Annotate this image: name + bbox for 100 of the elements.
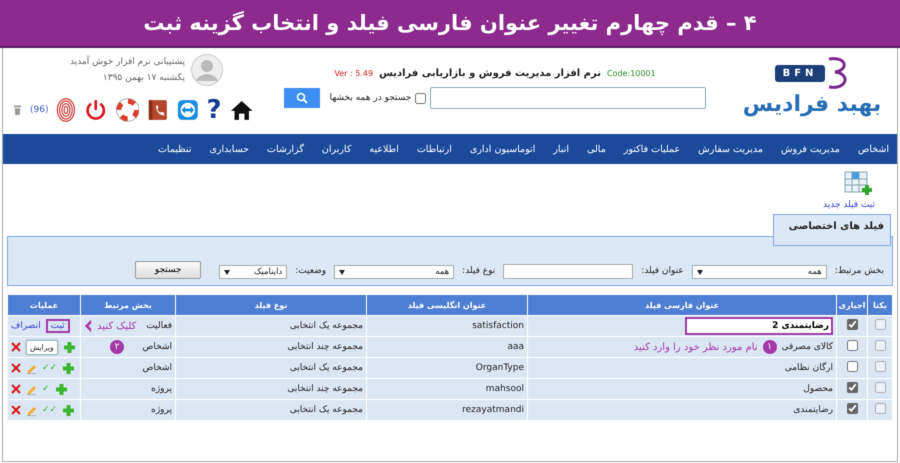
hint-text: کلیک کنید bbox=[97, 320, 136, 332]
required-checkbox[interactable] bbox=[846, 340, 858, 351]
add-icon[interactable] bbox=[62, 340, 76, 354]
delete-icon[interactable] bbox=[11, 405, 21, 415]
table-cell: محصول bbox=[803, 384, 833, 394]
unique-checkbox[interactable] bbox=[874, 361, 886, 372]
lifebuoy-icon[interactable] bbox=[116, 97, 140, 123]
required-checkbox[interactable] bbox=[846, 403, 858, 414]
required-checkbox[interactable] bbox=[846, 382, 858, 393]
add-icon[interactable] bbox=[62, 404, 76, 416]
step-badge: ۲ bbox=[110, 340, 124, 354]
unique-checkbox[interactable] bbox=[874, 403, 886, 414]
unique-checkbox[interactable] bbox=[874, 340, 886, 351]
table-cell: مجموعه چند انتخابی bbox=[287, 384, 363, 394]
version-label: Ver : 5.49 bbox=[334, 69, 374, 78]
nav-item[interactable]: عملیات فاکتور bbox=[624, 144, 680, 154]
table-cell: مجموعه یک انتخابی bbox=[290, 363, 363, 373]
trash-count[interactable]: (96) bbox=[30, 105, 48, 115]
table-cell: کالای مصرفی bbox=[782, 342, 833, 352]
search-icon bbox=[296, 92, 308, 104]
nav-item[interactable]: گزارشات bbox=[267, 144, 304, 154]
fingerprint-icon[interactable] bbox=[56, 96, 76, 124]
unique-checkbox[interactable] bbox=[874, 382, 886, 393]
nav-item[interactable]: مدیریت فروش bbox=[780, 144, 840, 154]
avatar-icon bbox=[191, 54, 223, 86]
search-field[interactable] bbox=[430, 87, 706, 109]
nav-item[interactable]: مدیریت سفارش bbox=[698, 144, 763, 154]
table-cell: اشخاص bbox=[142, 363, 172, 373]
table-cell: مجموعه چند انتخابی bbox=[287, 342, 363, 352]
step-badge: ۱ bbox=[762, 340, 777, 354]
table-cell: satisfaction bbox=[472, 321, 524, 331]
logo-badge: BFN bbox=[774, 64, 826, 82]
nav-item[interactable]: ارتباطات bbox=[416, 144, 452, 154]
phonebook-icon[interactable] bbox=[147, 98, 169, 122]
add-icon[interactable] bbox=[54, 382, 68, 396]
nav-item[interactable]: اشخاص bbox=[858, 144, 889, 154]
search-all-checkbox[interactable] bbox=[415, 92, 426, 104]
filter-dropdown[interactable]: همه bbox=[334, 265, 454, 279]
nav-item[interactable]: انبار bbox=[553, 144, 569, 154]
search-all-label: جستجو در همه بخشها bbox=[330, 93, 412, 103]
welcome-text: پشتیبانی نرم افزار خوش آمدید bbox=[70, 57, 185, 67]
dropdown-arrow-icon bbox=[224, 270, 230, 274]
nav-item[interactable]: حسابداری bbox=[210, 144, 250, 154]
nav-item[interactable]: تنظیمات bbox=[158, 144, 192, 154]
column-header: عملیات bbox=[8, 294, 80, 316]
delete-icon[interactable] bbox=[11, 384, 21, 394]
delete-icon[interactable] bbox=[11, 342, 21, 352]
home-icon[interactable] bbox=[230, 98, 253, 122]
required-checkbox[interactable] bbox=[846, 361, 858, 372]
filter-label: بخش مرتبط: bbox=[834, 266, 884, 278]
nav-item[interactable]: کاربران bbox=[322, 144, 352, 154]
dropdown-arrow-icon bbox=[696, 270, 703, 274]
remote-icon[interactable] bbox=[176, 98, 198, 122]
dropdown-arrow-icon bbox=[339, 270, 346, 274]
column-header: بخش مرتبط bbox=[80, 294, 176, 316]
table-cell: ارگان نظامی bbox=[784, 363, 833, 373]
table-cell: اشخاص bbox=[142, 342, 172, 352]
unique-checkbox[interactable] bbox=[874, 319, 886, 330]
filter-label: نوع فیلد: bbox=[462, 266, 496, 278]
table-cell: پروژه bbox=[151, 405, 172, 415]
add-icon[interactable] bbox=[62, 362, 76, 374]
filter-dropdown[interactable]: داینامیک bbox=[219, 265, 288, 279]
power-icon[interactable] bbox=[84, 97, 108, 123]
column-header: نوع فیلد bbox=[176, 294, 366, 316]
code-label: Code:10001 bbox=[606, 69, 656, 78]
table-cell: mahsool bbox=[486, 384, 524, 394]
delete-icon[interactable] bbox=[11, 363, 21, 373]
save-link[interactable]: ثبت bbox=[46, 319, 70, 333]
column-header: اجباری bbox=[836, 294, 868, 316]
table-cell: aaa bbox=[507, 342, 524, 352]
help-icon[interactable]: ? bbox=[206, 97, 222, 123]
search-button[interactable] bbox=[284, 88, 320, 108]
filter-dropdown[interactable]: همه bbox=[692, 265, 827, 279]
hint-text: نام مورد نظر خود را وارد کنید bbox=[634, 342, 758, 352]
title-input[interactable]: رضایتمندی 2 bbox=[685, 317, 833, 335]
table-cell: فعالیت bbox=[146, 321, 172, 331]
date-text: یکشنبه ۱۷ بهمن ۱۳۹۵ bbox=[102, 73, 185, 83]
logo-text: بهبد فرادیس bbox=[742, 92, 882, 117]
filter-input[interactable] bbox=[503, 264, 634, 279]
table-cell: مجموعه یک انتخابی bbox=[290, 321, 363, 331]
nav-item[interactable]: اطلاعیه bbox=[369, 144, 399, 154]
column-header: عنوان فارسی فیلد bbox=[528, 294, 836, 316]
swoosh-icon bbox=[827, 56, 850, 90]
arrow-icon bbox=[84, 319, 92, 333]
trash-icon[interactable] bbox=[12, 104, 22, 116]
nav-item[interactable]: اتوماسیون اداری bbox=[470, 144, 536, 154]
table-cell: مجموعه یک انتخابی bbox=[290, 405, 363, 415]
search-button[interactable]: جستجو bbox=[135, 261, 202, 279]
table-cell: رضایتمندی bbox=[793, 405, 833, 415]
cancel-link[interactable]: انصراف bbox=[11, 321, 41, 331]
filter-label: وضعیت: bbox=[295, 266, 326, 278]
app-title: نرم افزار مدیریت فروش و بازاریابی فرادیس bbox=[379, 68, 601, 79]
nav-item[interactable]: مالی bbox=[586, 144, 606, 154]
table-cell: OrganType bbox=[476, 363, 524, 373]
column-header: عنوان انگلیسی فیلد bbox=[366, 294, 528, 316]
table-cell: rezayatmandi bbox=[462, 405, 524, 415]
table-cell: پروژه bbox=[151, 384, 172, 394]
required-checkbox[interactable] bbox=[846, 319, 858, 330]
column-header: یکتا bbox=[868, 294, 892, 316]
new-field-link[interactable]: ثبت فیلد جدید bbox=[823, 200, 876, 210]
